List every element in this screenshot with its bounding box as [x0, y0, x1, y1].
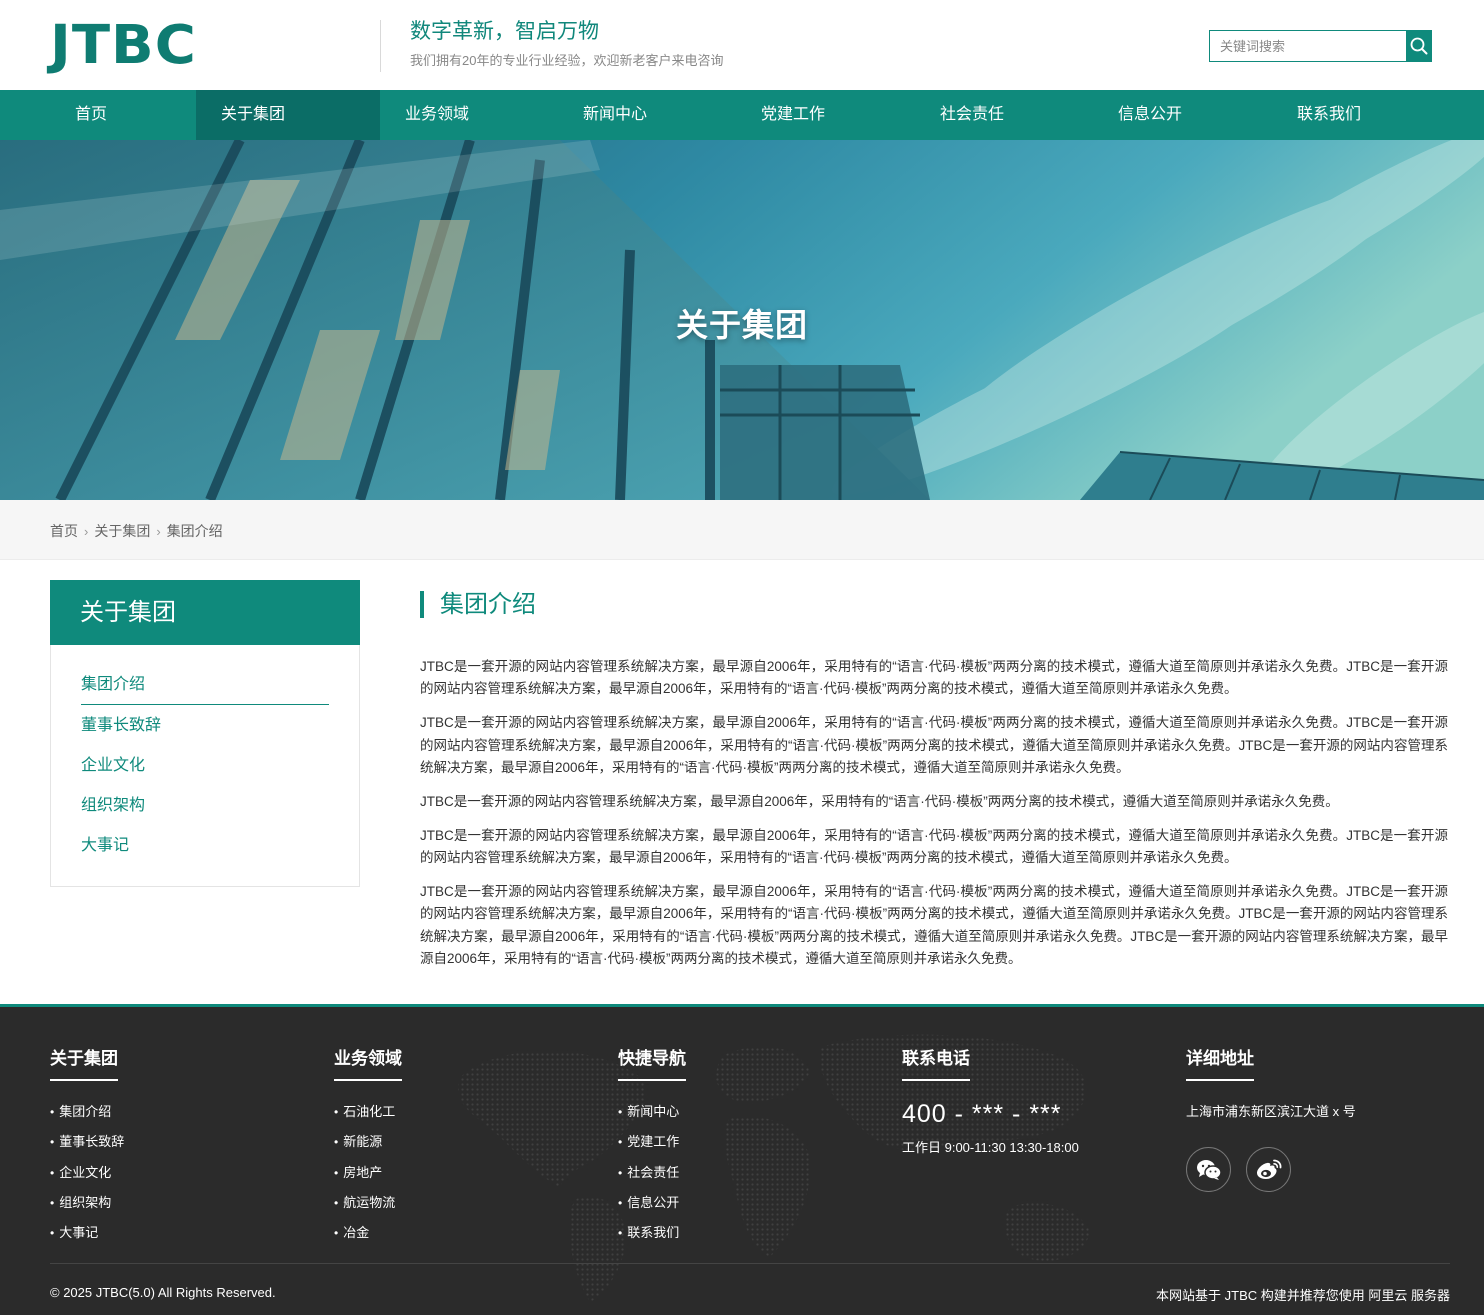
breadcrumb-home[interactable]: 首页	[50, 521, 78, 541]
footer-link[interactable]: 社会责任	[618, 1162, 686, 1192]
article-body: JTBC是一套开源的网站内容管理系统解决方案，最早源自2006年，采用特有的“语…	[420, 656, 1448, 982]
nav-item-home[interactable]: 首页	[0, 90, 196, 140]
site-slogan: 数字革新，智启万物	[410, 20, 599, 43]
footer-link[interactable]: 石油化工	[334, 1101, 402, 1131]
contact-phone: 400 - *** - ***	[902, 1100, 1062, 1128]
breadcrumb: 首页 › 关于集团 › 集团介绍	[50, 521, 223, 541]
footer-link[interactable]: 集团介绍	[50, 1101, 124, 1131]
footer-link[interactable]: 联系我们	[618, 1222, 686, 1252]
address-text: 上海市浦东新区滨江大道 x 号	[1186, 1104, 1356, 1119]
site-logo[interactable]: JTBC	[50, 19, 197, 72]
search-icon	[1410, 37, 1427, 55]
nav-item-business[interactable]: 业务领域	[405, 90, 469, 140]
breadcrumb-about[interactable]: 关于集团	[94, 521, 150, 541]
sidebar-title: 关于集团	[50, 580, 360, 645]
content-title: 集团介绍	[420, 591, 536, 618]
footer-link[interactable]: 信息公开	[618, 1192, 686, 1222]
site-header: JTBC 数字革新，智启万物 我们拥有20年的专业行业经验，欢迎新老客户来电咨询	[0, 0, 1484, 90]
sidebar-item-culture[interactable]: 企业文化	[81, 746, 329, 786]
nav-item-responsibility[interactable]: 社会责任	[940, 90, 1004, 140]
footer-col-title: 快捷导航	[618, 1047, 686, 1081]
footer-link[interactable]: 党建工作	[618, 1131, 686, 1161]
sidebar: 关于集团 集团介绍 董事长致辞 企业文化 组织架构 大事记	[50, 580, 360, 887]
footer-link[interactable]: 新闻中心	[618, 1101, 686, 1131]
sidebar-item-milestones[interactable]: 大事记	[81, 826, 329, 866]
sidebar-item-chairman[interactable]: 董事长致辞	[81, 706, 329, 746]
social-links	[1186, 1147, 1356, 1192]
nav-item-about[interactable]: 关于集团	[196, 90, 380, 140]
article-paragraph: JTBC是一套开源的网站内容管理系统解决方案，最早源自2006年，采用特有的“语…	[420, 715, 1448, 776]
copyright-text: © 2025 JTBC(5.0) All Rights Reserved.	[50, 1285, 276, 1300]
breadcrumb-bar: 首页 › 关于集团 › 集团介绍	[0, 500, 1484, 560]
footer-link[interactable]: 航运物流	[334, 1192, 402, 1222]
footer-link[interactable]: 董事长致辞	[50, 1131, 124, 1161]
search-button[interactable]	[1406, 31, 1431, 61]
weibo-icon	[1256, 1159, 1281, 1179]
footer-col-business: 业务领域 石油化工 新能源 房地产 航运物流 冶金	[334, 1047, 402, 1252]
article-paragraph: JTBC是一套开源的网站内容管理系统解决方案，最早源自2006年，采用特有的“语…	[420, 659, 1448, 697]
footer-link[interactable]: 组织架构	[50, 1192, 124, 1222]
nav-item-news[interactable]: 新闻中心	[583, 90, 647, 140]
footer-col-title: 联系电话	[902, 1047, 970, 1081]
wechat-button[interactable]	[1186, 1147, 1231, 1192]
sidebar-item-structure[interactable]: 组织架构	[81, 786, 329, 826]
footer-link[interactable]: 新能源	[334, 1131, 402, 1161]
footer-link[interactable]: 冶金	[334, 1222, 402, 1252]
chevron-right-icon: ›	[84, 523, 89, 539]
breadcrumb-current[interactable]: 集团介绍	[167, 521, 223, 541]
wechat-icon	[1196, 1159, 1222, 1180]
nav-item-disclosure[interactable]: 信息公开	[1118, 90, 1182, 140]
footer-col-title: 详细地址	[1186, 1047, 1254, 1081]
nav-item-contact[interactable]: 联系我们	[1297, 90, 1361, 140]
powered-by-text[interactable]: 本网站基于 JTBC 构建并推荐您使用 阿里云 服务器	[1156, 1285, 1450, 1304]
main-nav: 首页 关于集团 业务领域 新闻中心 党建工作 社会责任 信息公开 联系我们	[0, 90, 1484, 140]
footer-link[interactable]: 大事记	[50, 1222, 124, 1252]
article-paragraph: JTBC是一套开源的网站内容管理系统解决方案，最早源自2006年，采用特有的“语…	[420, 827, 1448, 866]
footer-col-title: 关于集团	[50, 1047, 118, 1081]
article-paragraph: JTBC是一套开源的网站内容管理系统解决方案，最早源自2006年，采用特有的“语…	[420, 883, 1448, 967]
page-banner: 关于集团	[0, 140, 1484, 500]
footer-divider	[50, 1263, 1450, 1264]
nav-item-party[interactable]: 党建工作	[761, 90, 825, 140]
footer-col-about: 关于集团 集团介绍 董事长致辞 企业文化 组织架构 大事记	[50, 1047, 124, 1252]
weibo-button[interactable]	[1246, 1147, 1291, 1192]
article-paragraph: JTBC是一套开源的网站内容管理系统解决方案，最早源自2006年，采用特有的“语…	[420, 793, 1339, 809]
work-hours: 工作日 9:00-11:30 13:30-18:00	[902, 1140, 1079, 1155]
search-input[interactable]	[1210, 31, 1406, 61]
site-footer: 关于集团 集团介绍 董事长致辞 企业文化 组织架构 大事记 业务领域 石油化工 …	[0, 1004, 1484, 1315]
footer-col-address: 详细地址 上海市浦东新区滨江大道 x 号	[1186, 1047, 1356, 1192]
footer-link[interactable]: 房地产	[334, 1162, 402, 1192]
footer-link[interactable]: 企业文化	[50, 1162, 124, 1192]
footer-col-quicknav: 快捷导航 新闻中心 党建工作 社会责任 信息公开 联系我们	[618, 1047, 686, 1252]
chevron-right-icon: ›	[156, 523, 161, 539]
footer-col-contact: 联系电话 400 - *** - *** 工作日 9:00-11:30 13:3…	[902, 1047, 1079, 1156]
header-divider	[380, 20, 381, 72]
sidebar-menu: 集团介绍 董事长致辞 企业文化 组织架构 大事记	[81, 665, 329, 866]
banner-title: 关于集团	[675, 307, 808, 343]
site-subslogan: 我们拥有20年的专业行业经验，欢迎新老客户来电咨询	[410, 53, 724, 68]
footer-col-title: 业务领域	[334, 1047, 402, 1081]
search-box	[1209, 30, 1432, 62]
sidebar-item-intro[interactable]: 集团介绍	[81, 665, 329, 705]
